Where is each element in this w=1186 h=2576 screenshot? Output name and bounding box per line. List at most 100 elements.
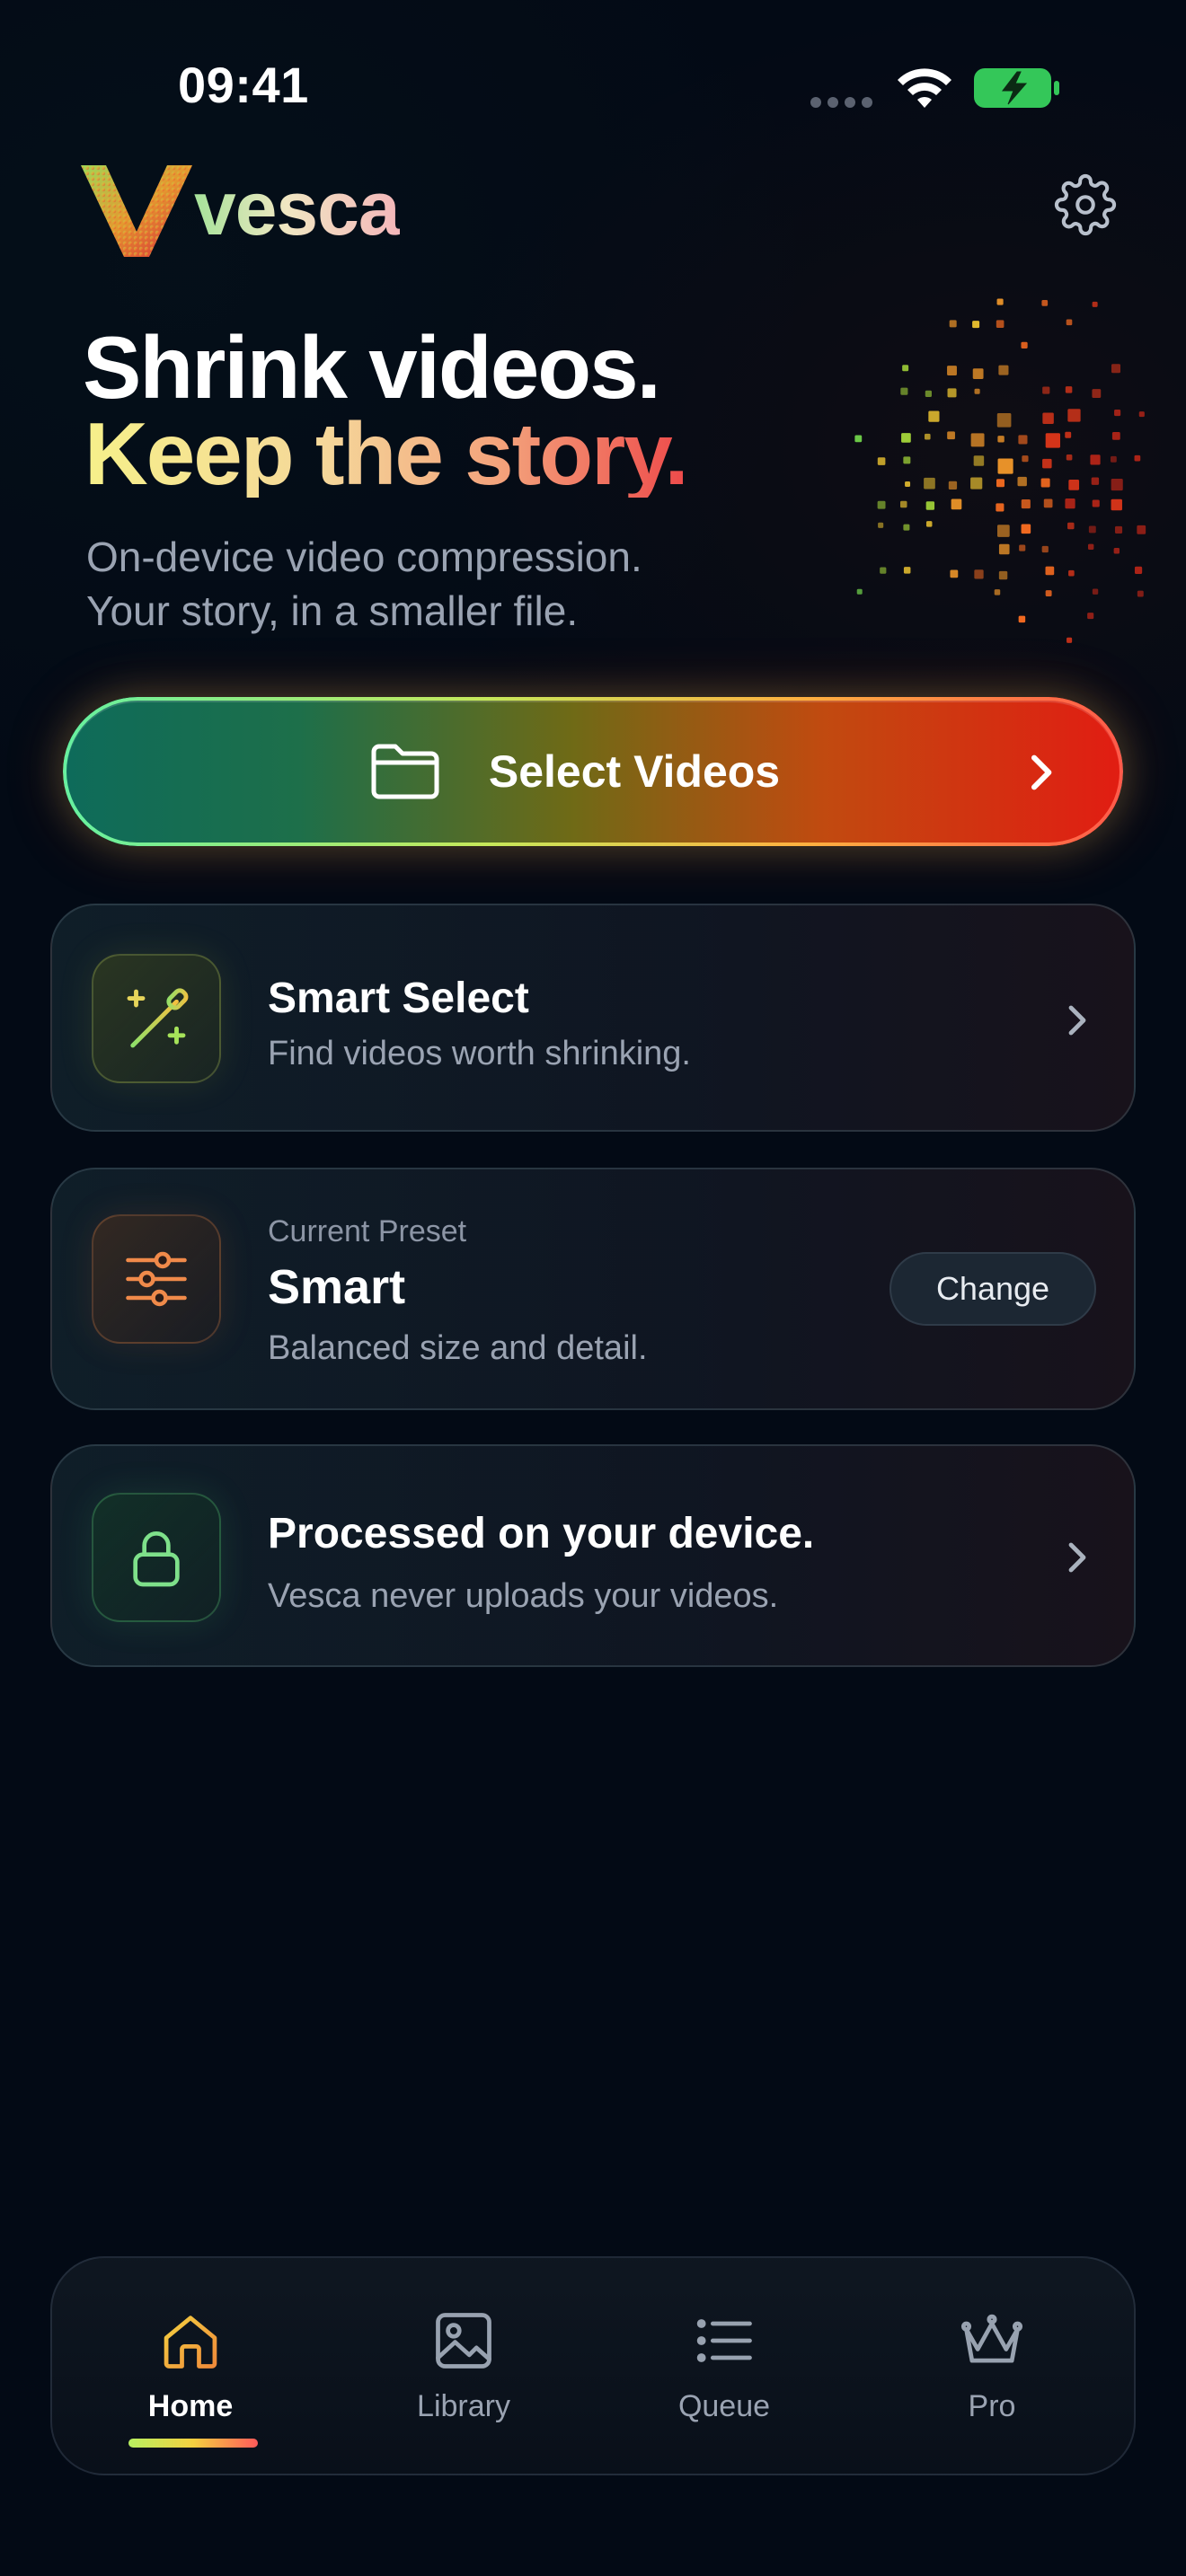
preset-kicker: Current Preset	[268, 1214, 467, 1248]
home-icon	[164, 2316, 217, 2369]
preset-icon-box	[92, 1214, 221, 1344]
pixel-particle	[1087, 613, 1094, 620]
pixel-particle	[877, 457, 886, 465]
status-time: 09:41	[178, 57, 309, 113]
pixel-particle	[951, 498, 962, 510]
pixel-particle	[1090, 454, 1101, 465]
pixel-particle	[997, 436, 1005, 443]
pixel-particle	[1087, 543, 1094, 550]
select-videos-content: Select Videos	[370, 743, 780, 800]
pixel-particle	[1043, 498, 1053, 508]
pixel-particle	[1045, 433, 1060, 448]
pixel-particle	[1088, 525, 1096, 534]
pixel-particle	[1111, 455, 1117, 463]
hero-subtitle-line2: Your story, in a smaller file.	[86, 587, 579, 634]
tab-pro[interactable]: Pro	[884, 2258, 1100, 2477]
privacy-title: Processed on your device.	[268, 1510, 815, 1557]
pixel-particle	[1065, 498, 1075, 509]
pixel-particle	[1092, 588, 1099, 595]
pixel-particle	[996, 412, 1012, 428]
pixel-particle	[1134, 566, 1143, 575]
pixel-particle	[925, 501, 935, 510]
pixel-particle	[1067, 637, 1073, 643]
pixel-particle	[947, 366, 957, 376]
pixel-particle	[854, 435, 863, 443]
crown-icon	[960, 2314, 1023, 2363]
app-logo: vesca	[79, 160, 456, 268]
pixel-particle	[972, 321, 980, 329]
tab-queue-label: Queue	[677, 2389, 771, 2423]
on-device-privacy-card[interactable]: Processed on your device. Vesca never up…	[50, 1444, 1136, 1667]
hero-title-line1: Shrink videos.	[83, 318, 661, 417]
pixel-particle	[1065, 431, 1072, 438]
pixel-particle	[1134, 454, 1141, 462]
pixel-particle	[996, 525, 1010, 537]
wifi-icon	[898, 68, 951, 108]
pixel-particle	[1040, 478, 1050, 488]
image-icon	[436, 2313, 491, 2369]
pixel-particle	[905, 481, 911, 487]
pixel-particle	[901, 433, 911, 443]
folder-icon	[371, 744, 439, 799]
gear-icon	[1054, 173, 1117, 236]
pixel-particle	[1092, 389, 1102, 398]
pixel-particle	[1018, 435, 1028, 445]
pixel-particle	[1022, 455, 1029, 463]
pixel-particle	[996, 320, 1005, 329]
pixel-particle	[996, 503, 1005, 512]
pixel-particle	[1021, 524, 1031, 534]
preset-name: Smart	[268, 1260, 406, 1314]
pixel-particle	[1092, 301, 1098, 307]
tab-library[interactable]: Library	[356, 2258, 571, 2477]
pixel-particle	[1137, 590, 1144, 597]
pixel-particle	[1017, 476, 1027, 487]
pixel-particle	[1114, 410, 1121, 417]
pixel-particle	[996, 479, 1005, 488]
pixel-particle	[1021, 499, 1031, 509]
home-screen: 09:41 vesca Shrink videos. Keep the stor…	[0, 0, 1186, 2576]
pixel-particle	[877, 500, 886, 509]
smart-select-card[interactable]: Smart Select Find videos worth shrinking…	[50, 904, 1136, 1132]
pixel-particle	[1021, 341, 1028, 348]
pixel-particle	[1045, 590, 1052, 597]
list-icon	[696, 2319, 752, 2362]
status-bar: 09:41	[0, 0, 1186, 180]
pixel-particle	[1111, 431, 1120, 440]
pixel-particle	[880, 567, 887, 574]
tab-queue[interactable]: Queue	[616, 2258, 832, 2477]
sliders-icon	[126, 1251, 187, 1307]
pixel-particle	[1111, 364, 1121, 374]
preset-description: Balanced size and detail.	[268, 1329, 648, 1367]
pixel-particle	[970, 477, 983, 490]
pixel-particle	[1138, 411, 1145, 418]
pixel-particle	[924, 433, 931, 440]
change-preset-button[interactable]: Change	[890, 1252, 1096, 1326]
settings-button[interactable]	[1042, 162, 1128, 248]
lock-icon	[133, 1531, 180, 1587]
pixel-particle	[903, 456, 911, 464]
pixel-particle	[972, 368, 984, 380]
pixel-particle	[902, 365, 909, 372]
pixel-particle	[928, 410, 940, 422]
active-tab-indicator	[128, 2439, 258, 2448]
privacy-subtitle: Vesca never uploads your videos.	[268, 1577, 779, 1615]
pixel-particle	[903, 524, 910, 531]
pixel-particle	[1114, 525, 1123, 534]
chevron-right-icon	[1031, 754, 1052, 790]
select-videos-button[interactable]: Select Videos	[63, 697, 1123, 846]
pixel-particle	[856, 588, 863, 595]
pixel-particle	[1092, 499, 1100, 507]
tab-library-label: Library	[417, 2389, 510, 2423]
pixel-particle	[1137, 525, 1146, 534]
pixel-particle	[1066, 454, 1073, 461]
chevron-right-icon	[1068, 1542, 1086, 1573]
pixel-particle	[1045, 566, 1055, 576]
pixel-particle	[903, 567, 911, 574]
pixel-particle	[1042, 386, 1050, 394]
pixel-particle	[1065, 386, 1073, 393]
hero-title-line2: Keep the story.	[84, 404, 689, 503]
pixel-particle	[924, 477, 935, 490]
privacy-icon-box	[92, 1493, 221, 1622]
app-name: vesca	[194, 166, 401, 251]
pixel-particle	[1019, 544, 1026, 551]
